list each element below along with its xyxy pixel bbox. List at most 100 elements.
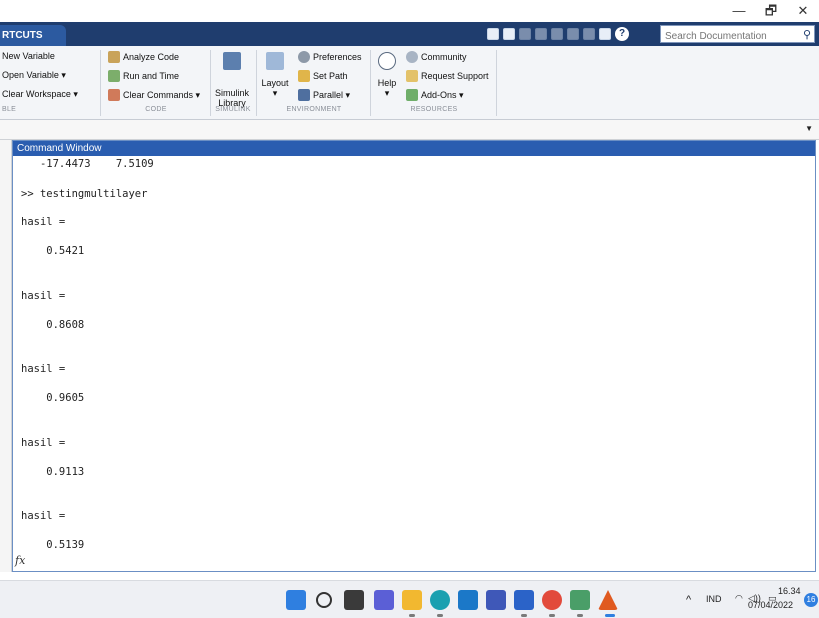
simulink-library-icon [223,52,241,70]
open-variable-button[interactable]: Open Variable ▾ [2,70,66,81]
running-indicator [437,614,443,617]
chrome-icon[interactable] [542,590,562,610]
help-button[interactable]: Help ▾ [374,52,400,98]
command-window-title: Command Window [13,141,815,156]
maximize-button[interactable]: 🗗 [756,0,786,22]
parallel-button[interactable]: Parallel ▾ [298,89,350,101]
simulink-library-label-1: Simulink [214,88,249,98]
group-environment-label: ENVIRONMENT [286,106,342,113]
output-line: 0.5421 [21,245,85,257]
help-icon[interactable]: ? [615,27,629,41]
add-ons-button[interactable]: Add-Ons ▾ [406,89,464,101]
search-icon[interactable] [316,592,332,608]
gear-icon [298,51,310,63]
save-icon[interactable] [487,28,499,40]
edge-icon[interactable] [430,590,450,610]
ribbon-divider [256,50,257,116]
file-explorer-icon[interactable] [402,590,422,610]
redo-icon[interactable] [583,28,595,40]
title-bar: — 🗗 ✕ [0,0,819,22]
group-code-label: CODE [145,106,167,113]
preferences-button[interactable]: Preferences [298,51,362,63]
save-all-icon[interactable] [503,28,515,40]
clock-date[interactable]: 07/04/2022 [748,600,793,610]
switch-windows-icon[interactable] [599,28,611,40]
output-line: hasil = [21,216,66,228]
help-arrow: ▾ [384,88,390,98]
add-ons-icon [406,89,418,101]
word-icon[interactable] [514,590,534,610]
output-line: 0.5139 [21,539,85,551]
open-variable-label: Open Variable ▾ [2,70,66,80]
search-input[interactable] [661,28,793,45]
minimize-button[interactable]: — [724,0,754,22]
mail-icon[interactable] [458,590,478,610]
layout-arrow: ▾ [272,88,278,98]
paste-icon[interactable] [551,28,563,40]
output-line: -17.4473 7.5109 [21,158,154,170]
command-window[interactable]: Command Window -17.4473 7.5109 >> testin… [12,140,816,572]
group-resources-label: RESOURCES [410,106,458,113]
quick-access-toolbar: ? [487,26,629,42]
ribbon-divider [100,50,101,116]
tab-shortcuts[interactable]: RTCUTS [0,25,66,46]
notification-badge[interactable]: 16 [804,593,818,607]
image-viewer-icon[interactable] [570,590,590,610]
matlab-icon[interactable] [598,590,618,610]
output-line: hasil = [21,510,66,522]
group-variable-label: BLE [2,106,17,113]
output-line: hasil = [21,290,66,302]
folder-icon [298,70,310,82]
close-button[interactable]: ✕ [788,0,818,22]
taskbar: ^ IND ◠ ◁)) ▭ 16.34 07/04/2022 16 [0,580,819,618]
output-line: 0.9605 [21,392,85,404]
ribbon-divider [210,50,211,116]
clear-commands-button[interactable]: Clear Commands ▾ [108,89,200,101]
ribbon-divider [496,50,497,116]
search-documentation: ⚲ [660,25,815,45]
run-and-time-button[interactable]: Run and Time [108,70,179,82]
start-icon[interactable] [286,590,306,610]
running-indicator [549,614,555,617]
active-indicator [605,614,615,617]
cut-icon[interactable] [519,28,531,40]
new-variable-label: New Variable [2,51,55,61]
dropdown-arrow-icon[interactable]: ▼ [805,124,813,133]
help-circle-icon [378,52,396,70]
clear-commands-label: Clear Commands ▾ [123,89,201,100]
undo-icon[interactable] [567,28,579,40]
task-view-icon[interactable] [344,590,364,610]
output-line: 0.9113 [21,466,85,478]
request-support-button[interactable]: Request Support [406,70,489,82]
running-indicator [521,614,527,617]
chat-icon[interactable] [374,590,394,610]
set-path-button[interactable]: Set Path [298,70,348,82]
left-panel-collapsed[interactable] [0,140,12,572]
wifi-icon[interactable]: ◠ [735,593,743,604]
layout-button[interactable]: Layout ▾ [259,52,291,98]
running-indicator [577,614,583,617]
request-support-label: Request Support [421,71,489,81]
help-label: Help [377,78,397,88]
community-icon [406,51,418,63]
analyze-code-label: Analyze Code [123,52,180,62]
clear-workspace-button[interactable]: Clear Workspace ▾ [2,89,78,100]
search-icon[interactable]: ⚲ [803,28,811,41]
output-line: hasil = [21,437,66,449]
analyze-code-icon [108,51,120,63]
run-and-time-icon [108,70,120,82]
preferences-label: Preferences [313,52,362,62]
fx-icon[interactable]: fx [15,554,25,567]
command-window-output[interactable]: -17.4473 7.5109 >> testingmultilayer has… [21,158,811,567]
community-button[interactable]: Community [406,51,467,63]
clock-time[interactable]: 16.34 [778,586,801,596]
analyze-code-button[interactable]: Analyze Code [108,51,179,63]
add-ons-label: Add-Ons ▾ [421,89,464,100]
simulink-library-button[interactable]: Simulink Library [214,52,250,108]
language-indicator[interactable]: IND [706,594,722,604]
new-variable-button[interactable]: New Variable [2,51,55,61]
tray-overflow-icon[interactable]: ^ [686,594,691,606]
clear-commands-icon [108,89,120,101]
copy-icon[interactable] [535,28,547,40]
visual-studio-icon[interactable] [486,590,506,610]
